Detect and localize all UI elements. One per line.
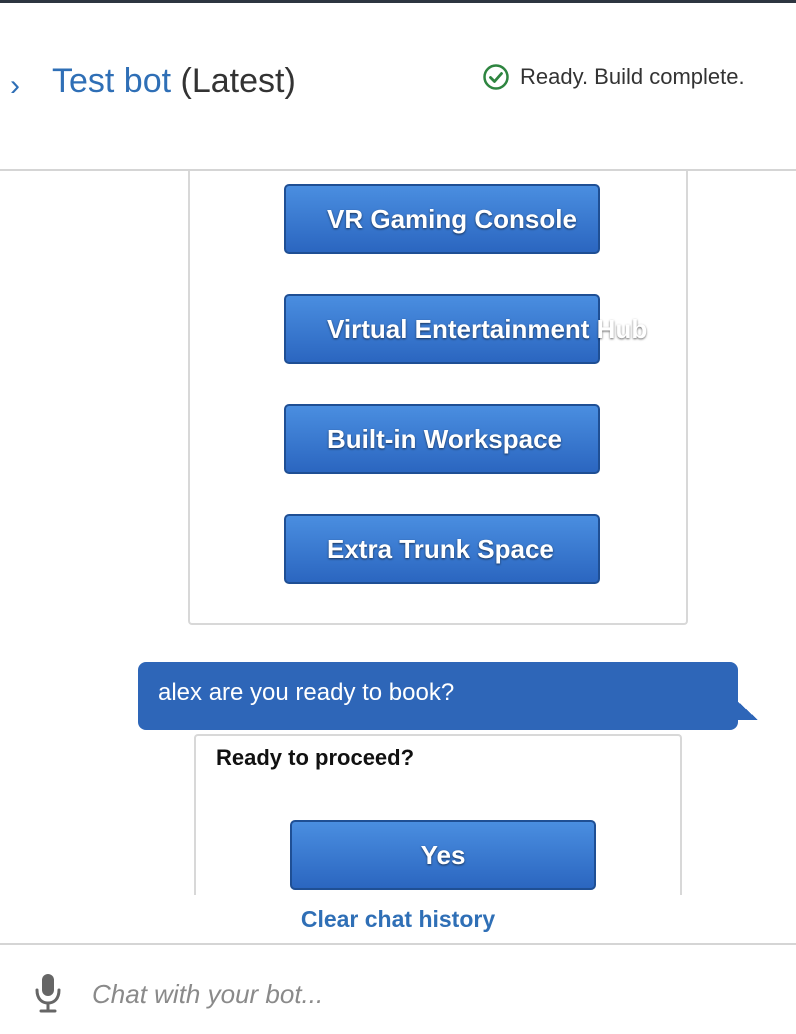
bot-name: Test bot xyxy=(52,62,172,100)
bot-message-bubble: alex are you ready to book? xyxy=(138,662,738,730)
status-text: Ready. Build complete. xyxy=(520,64,745,89)
option-button-vr-gaming-console[interactable]: VR Gaming Console xyxy=(284,184,600,254)
option-button-built-in-workspace[interactable]: Built-in Workspace xyxy=(284,404,600,474)
footer-divider xyxy=(0,943,796,945)
bot-version: (Latest) xyxy=(180,62,296,100)
option-button-virtual-entertainment-hub[interactable]: Virtual Entertainment Hub xyxy=(284,294,647,364)
page-title: Test bot (Latest) xyxy=(52,61,296,101)
check-circle-icon xyxy=(483,64,509,90)
yes-button[interactable]: Yes xyxy=(290,820,596,890)
expand-chevron-icon[interactable]: › xyxy=(10,71,20,101)
microphone-icon[interactable] xyxy=(32,972,64,1014)
option-button-extra-trunk-space[interactable]: Extra Trunk Space xyxy=(284,514,600,584)
confirm-card-title: Ready to proceed? xyxy=(216,745,415,770)
test-bot-header: › Test bot (Latest) Ready. Build complet… xyxy=(0,3,796,169)
clear-chat-history-link[interactable]: Clear chat history xyxy=(0,906,796,933)
chat-transcript[interactable]: VR Gaming Console Virtual Entertainment … xyxy=(0,171,796,895)
build-status: Ready. Build complete. xyxy=(482,63,745,91)
chat-input[interactable] xyxy=(92,970,772,1018)
